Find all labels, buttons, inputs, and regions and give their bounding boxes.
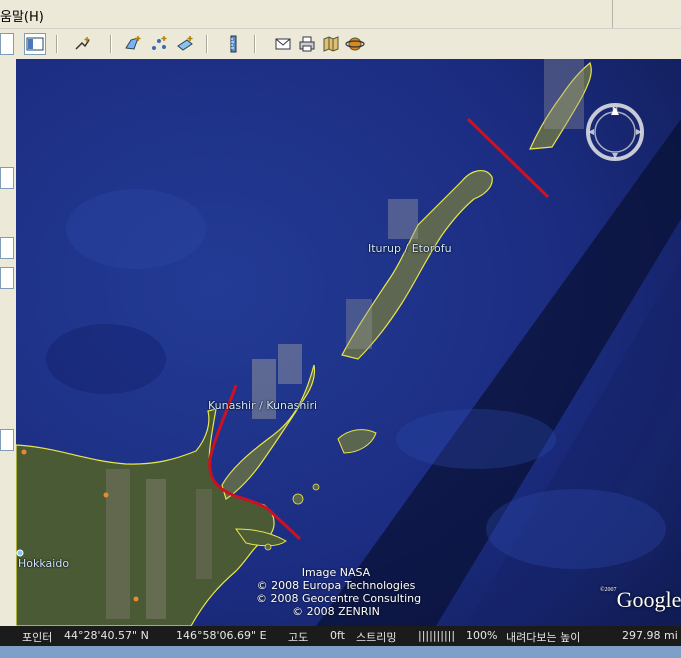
toolbar-separator bbox=[254, 35, 256, 53]
toolbar bbox=[16, 29, 681, 60]
toolbar-separator bbox=[110, 35, 112, 53]
map-view[interactable]: Iturup / Etorofu Kunashir / Kunashiri Ho… bbox=[16, 59, 681, 626]
pointer-latitude: 44°28'40.57" N bbox=[64, 629, 149, 642]
toolbar-separator bbox=[56, 35, 58, 53]
image-overlay-add-icon[interactable] bbox=[174, 33, 196, 55]
streaming-label: 스트리밍 bbox=[356, 631, 397, 644]
credit-line: © 2008 Europa Technologies bbox=[256, 579, 416, 592]
imagery-credits: Image NASA © 2008 Europa Technologies © … bbox=[256, 566, 422, 618]
menu-bar: 움말(H) bbox=[0, 0, 681, 29]
sidebar-toggle-icon[interactable] bbox=[24, 33, 46, 55]
place-label-hokkaido[interactable]: Hokkaido bbox=[18, 557, 69, 570]
altitude-label: 고도 bbox=[288, 631, 309, 644]
eye-altitude-label: 내려다보는 높이 bbox=[506, 631, 581, 644]
credit-line: © 2008 Geocentre Consulting bbox=[256, 592, 422, 605]
polygon-add-icon[interactable] bbox=[122, 33, 144, 55]
ruler-icon[interactable] bbox=[222, 33, 244, 55]
sidebar-control[interactable] bbox=[0, 167, 14, 189]
sky-icon[interactable] bbox=[344, 33, 366, 55]
logo-copyright: ©2007 bbox=[600, 587, 617, 593]
eye-altitude-value: 297.98 mi bbox=[622, 629, 678, 642]
pointer-label: 포인터 bbox=[22, 631, 53, 644]
email-icon[interactable] bbox=[272, 33, 294, 55]
sidebar-control[interactable] bbox=[0, 237, 14, 259]
navigation-compass[interactable]: N bbox=[582, 99, 648, 165]
credit-line: Image NASA bbox=[301, 566, 371, 579]
credit-line: © 2008 ZENRIN bbox=[292, 605, 380, 618]
altitude-value: 0ft bbox=[330, 629, 345, 642]
placemark-add-icon[interactable] bbox=[72, 33, 94, 55]
place-label-iturup[interactable]: Iturup / Etorofu bbox=[368, 242, 452, 255]
menu-divider bbox=[612, 0, 613, 28]
place-label-kunashir[interactable]: Kunashir / Kunashiri bbox=[208, 399, 317, 412]
pointer-longitude: 146°58'06.69" E bbox=[176, 629, 267, 642]
maps-icon[interactable] bbox=[320, 33, 342, 55]
logo-text: Google bbox=[616, 587, 681, 612]
compass-north-label: N bbox=[612, 106, 618, 115]
streaming-progress: |||||||||| bbox=[418, 629, 456, 642]
sidebar-control[interactable] bbox=[0, 267, 14, 289]
side-panel-edge bbox=[0, 29, 17, 658]
print-icon[interactable] bbox=[296, 33, 318, 55]
window-bottom-edge bbox=[0, 646, 681, 658]
sidebar-control[interactable] bbox=[0, 33, 14, 55]
path-add-icon[interactable] bbox=[148, 33, 170, 55]
streaming-percent: 100% bbox=[466, 629, 498, 642]
google-logo: ©2007Google bbox=[600, 587, 681, 613]
menu-help[interactable]: 움말(H) bbox=[0, 6, 44, 25]
status-bar: 포인터 44°28'40.57" N 146°58'06.69" E 고도 0f… bbox=[0, 626, 681, 646]
toolbar-separator bbox=[206, 35, 208, 53]
sidebar-control[interactable] bbox=[0, 429, 14, 451]
